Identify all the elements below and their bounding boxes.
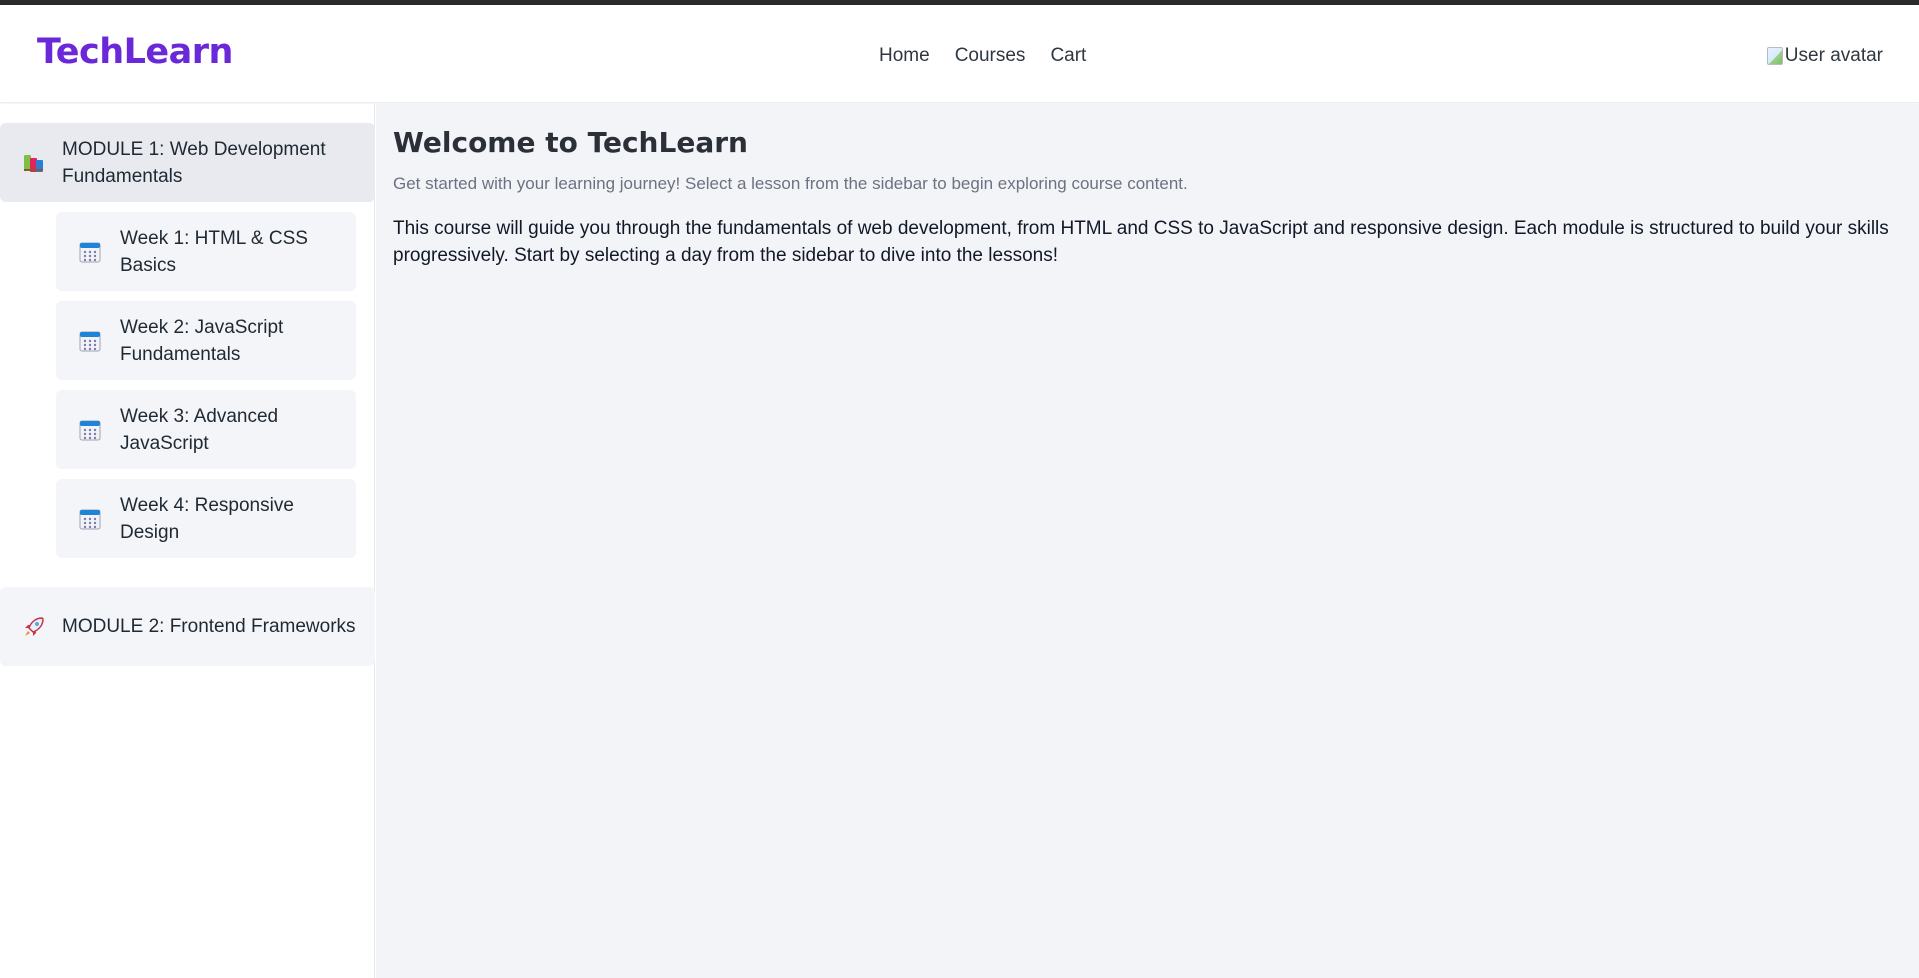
header: TechLearn Home Courses Cart User avatar (0, 5, 1919, 103)
sidebar-week-2[interactable]: Week 2: JavaScript Fundamentals (56, 301, 356, 380)
nav-cart-link[interactable]: Cart (1050, 45, 1086, 67)
sidebar-week-4[interactable]: Week 4: Responsive Design (56, 479, 356, 558)
sidebar-week-label: Week 1: HTML & CSS Basics (120, 227, 308, 276)
page-subtitle: Get started with your learning journey! … (393, 174, 1188, 193)
sidebar-week-3[interactable]: Week 3: Advanced JavaScript (56, 390, 356, 469)
books-icon (24, 154, 43, 172)
sidebar-week-label: Week 4: Responsive Design (120, 494, 294, 543)
calendar-icon (79, 242, 101, 262)
calendar-icon (79, 509, 101, 529)
sidebar-week-label: Week 2: JavaScript Fundamentals (120, 316, 284, 365)
rocket-icon (25, 616, 44, 636)
sidebar: MODULE 1: Web Development Fundamentals W… (0, 104, 375, 978)
sidebar-module-1[interactable]: MODULE 1: Web Development Fundamentals (0, 123, 375, 202)
main-nav: Home Courses Cart (879, 45, 1086, 67)
page-title: Welcome to TechLearn (393, 126, 748, 159)
nav-courses-link[interactable]: Courses (955, 45, 1026, 67)
intro-paragraph: This course will guide you through the f… (393, 218, 1889, 266)
sidebar-week-1[interactable]: Week 1: HTML & CSS Basics (56, 212, 356, 291)
logo[interactable]: TechLearn (37, 32, 233, 72)
nav-home-link[interactable]: Home (879, 45, 930, 67)
sidebar-module-label: MODULE 2: Frontend Frameworks (62, 616, 356, 637)
avatar[interactable]: User avatar (1766, 44, 1883, 68)
broken-image-icon (1766, 47, 1783, 65)
calendar-icon (79, 331, 101, 351)
sidebar-module-label: MODULE 1: Web Development Fundamentals (62, 138, 326, 187)
sidebar-week-label: Week 3: Advanced JavaScript (120, 405, 279, 454)
avatar-alt-text: User avatar (1784, 45, 1883, 66)
main-content: Welcome to TechLearn Get started with yo… (376, 104, 1919, 978)
calendar-icon (79, 420, 101, 440)
sidebar-module-2[interactable]: MODULE 2: Frontend Frameworks (0, 587, 375, 666)
